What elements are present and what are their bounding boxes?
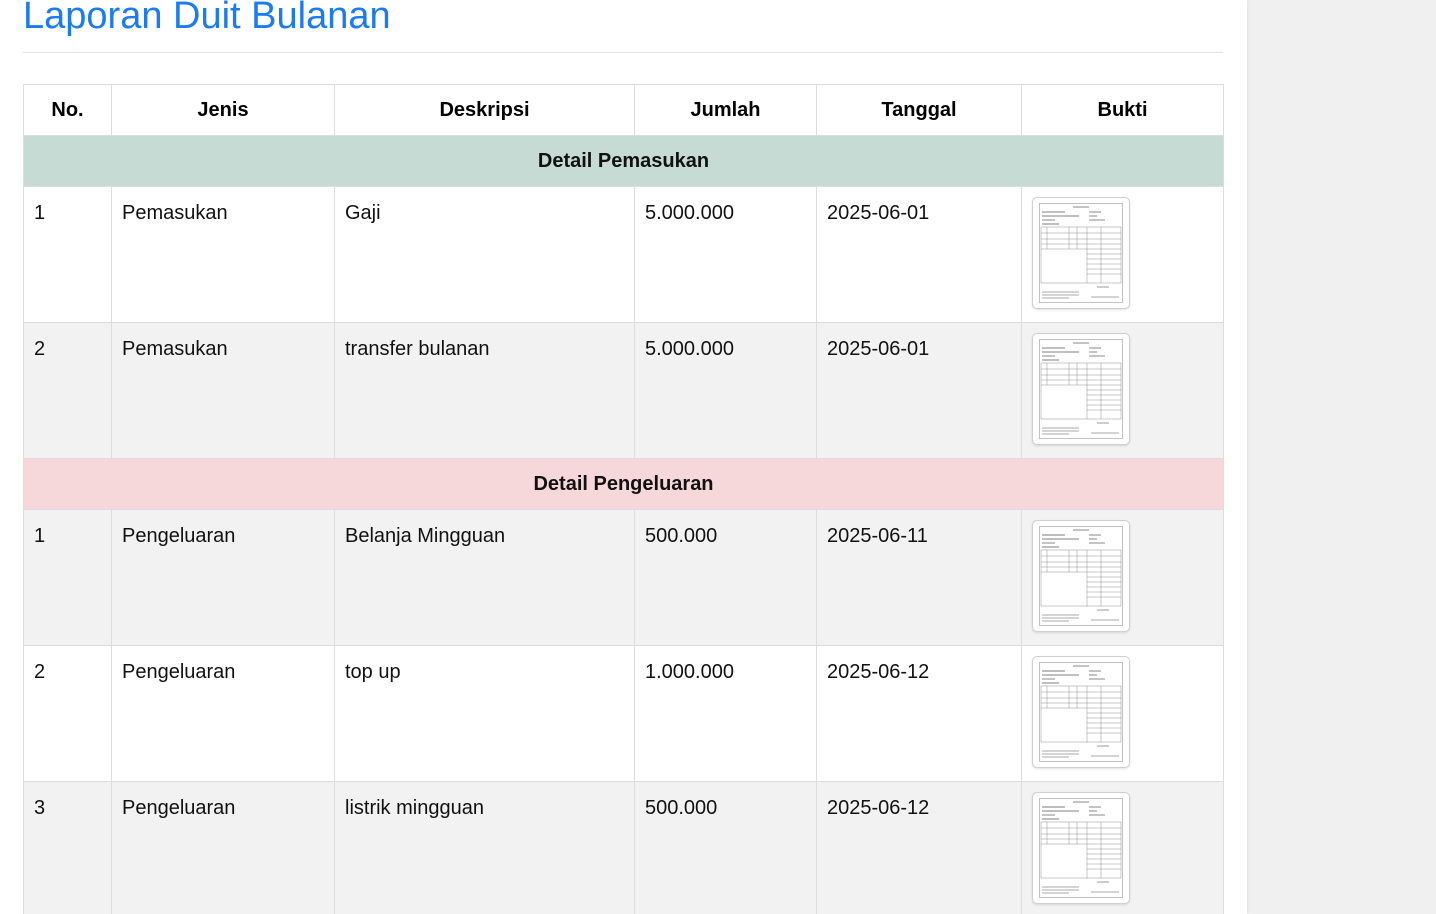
- header-jumlah: Jumlah: [634, 84, 817, 136]
- row-jenis: Pemasukan: [111, 322, 335, 459]
- row-jenis: Pengeluaran: [111, 645, 335, 782]
- row-jenis: Pengeluaran: [111, 509, 335, 646]
- row-deskripsi: top up: [334, 645, 635, 782]
- table-header-row: No. Jenis Deskripsi Jumlah Tanggal Bukti: [23, 84, 1224, 136]
- receipt-thumbnail-icon[interactable]: [1032, 520, 1130, 632]
- header-deskripsi: Deskripsi: [334, 84, 635, 136]
- row-deskripsi: listrik mingguan: [334, 781, 635, 914]
- row-bukti: [1021, 186, 1224, 323]
- header-tanggal: Tanggal: [816, 84, 1022, 136]
- row-jenis: Pemasukan: [111, 186, 335, 323]
- row-jumlah: 5.000.000: [634, 322, 817, 459]
- row-no: 2: [23, 322, 112, 459]
- receipt-thumbnail-graphic: [1039, 662, 1123, 762]
- row-tanggal: 2025-06-11: [816, 509, 1022, 646]
- header-no: No.: [23, 84, 112, 136]
- table-row: 1 Pemasukan Gaji 5.000.000 2025-06-01: [23, 186, 1224, 323]
- row-jumlah: 5.000.000: [634, 186, 817, 323]
- row-tanggal: 2025-06-12: [816, 645, 1022, 782]
- title-divider: [23, 52, 1223, 53]
- table-row: 3 Pengeluaran listrik mingguan 500.000 2…: [23, 781, 1224, 914]
- row-no: 1: [23, 186, 112, 323]
- receipt-thumbnail-graphic: [1039, 339, 1123, 439]
- page-title: Laporan Duit Bulanan: [23, 0, 391, 37]
- row-tanggal: 2025-06-01: [816, 186, 1022, 323]
- receipt-thumbnail-graphic: [1039, 526, 1123, 626]
- row-no: 2: [23, 645, 112, 782]
- receipt-thumbnail-icon[interactable]: [1032, 656, 1130, 768]
- row-tanggal: 2025-06-01: [816, 322, 1022, 459]
- row-no: 3: [23, 781, 112, 914]
- row-deskripsi: transfer bulanan: [334, 322, 635, 459]
- receipt-thumbnail-graphic: [1039, 203, 1123, 303]
- receipt-thumbnail-icon[interactable]: [1032, 792, 1130, 904]
- row-bukti: [1021, 509, 1224, 646]
- income-section-label: Detail Pemasukan: [23, 135, 1224, 187]
- row-jenis: Pengeluaran: [111, 781, 335, 914]
- table-row: 1 Pengeluaran Belanja Mingguan 500.000 2…: [23, 509, 1224, 646]
- row-bukti: [1021, 322, 1224, 459]
- row-tanggal: 2025-06-12: [816, 781, 1022, 914]
- row-jumlah: 500.000: [634, 781, 817, 914]
- income-section-row: Detail Pemasukan: [23, 135, 1224, 187]
- header-jenis: Jenis: [111, 84, 335, 136]
- report-page: Laporan Duit Bulanan No. Jenis Deskripsi…: [0, 0, 1247, 914]
- expense-section-row: Detail Pengeluaran: [23, 458, 1224, 510]
- row-no: 1: [23, 509, 112, 646]
- header-bukti: Bukti: [1021, 84, 1224, 136]
- row-bukti: [1021, 645, 1224, 782]
- table-row: 2 Pengeluaran top up 1.000.000 2025-06-1…: [23, 645, 1224, 782]
- receipt-thumbnail-icon[interactable]: [1032, 333, 1130, 445]
- row-jumlah: 1.000.000: [634, 645, 817, 782]
- row-jumlah: 500.000: [634, 509, 817, 646]
- expense-section-label: Detail Pengeluaran: [23, 458, 1224, 510]
- receipt-thumbnail-icon[interactable]: [1032, 197, 1130, 309]
- row-deskripsi: Gaji: [334, 186, 635, 323]
- report-table: No. Jenis Deskripsi Jumlah Tanggal Bukti…: [23, 84, 1224, 914]
- row-bukti: [1021, 781, 1224, 914]
- table-row: 2 Pemasukan transfer bulanan 5.000.000 2…: [23, 322, 1224, 459]
- row-deskripsi: Belanja Mingguan: [334, 509, 635, 646]
- receipt-thumbnail-graphic: [1039, 798, 1123, 898]
